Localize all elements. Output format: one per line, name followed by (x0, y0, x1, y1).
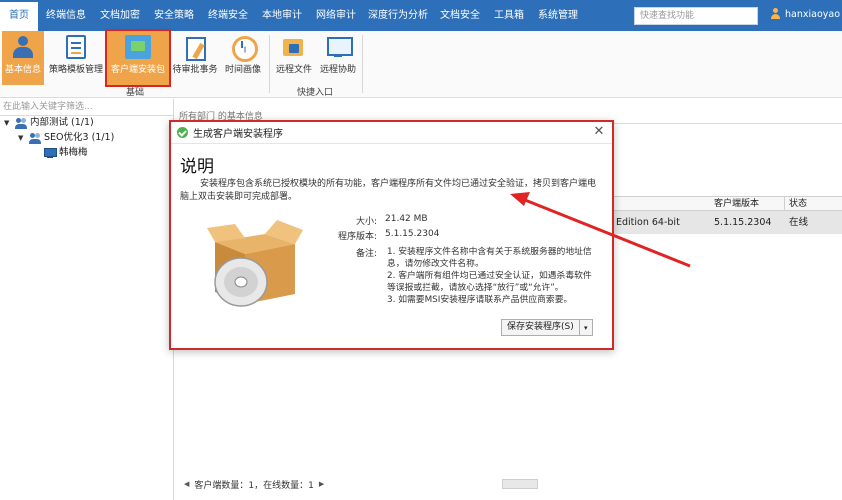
remote-assist-button[interactable]: 远程协助 (318, 31, 358, 85)
notes-list: 1. 安装程序文件名称中含有关于系统服务器的地址信息，请勿修改文件名称。 2. … (387, 246, 595, 306)
cell-status: 在线 (789, 217, 809, 228)
menu-network-audit[interactable]: 网络审计 (310, 0, 362, 31)
cell-os: Edition 64-bit (616, 217, 680, 228)
policy-template-label: 策略模板管理 (48, 65, 103, 75)
ribbon-toolbar: 基本信息 策略模板管理 客户端安装包 待审批事务 时间画像 远程文件 远程协助 … (0, 29, 842, 98)
tree-node-internal-test[interactable]: ▼ 内部测试 (1/1) (4, 116, 94, 130)
computer-icon (44, 148, 57, 158)
version-label: 程序版本: (337, 232, 377, 242)
note-item: 2. 客户端所有组件均已通过安全认证，如遇杀毒软件等误报或拦截，请放心选择“放行… (387, 271, 592, 293)
ribbon-divider (269, 35, 270, 93)
dialog-title: 生成客户端安装程序 (193, 129, 283, 140)
dropdown-arrow-icon[interactable]: ▾ (580, 324, 592, 332)
tree-filter-input[interactable]: 在此输入关键字筛选... (0, 100, 174, 116)
client-package-label: 客户端安装包 (110, 65, 165, 75)
remote-file-label: 远程文件 (275, 65, 312, 75)
menu-toolbox[interactable]: 工具箱 (488, 0, 530, 31)
time-profile-label: 时间画像 (224, 65, 261, 75)
table-row[interactable]: Edition 64-bit 5.1.15.2304 在线 (608, 211, 842, 234)
approval-icon (182, 35, 208, 61)
save-installer-label[interactable]: 保存安装程序(S) (502, 320, 580, 335)
user-icon (770, 8, 781, 20)
top-menu-bar: 首页 终端信息 文档加密 安全策略 终端安全 本地审计 网络审计 深度行为分析 … (0, 0, 842, 31)
notes-label: 备注: (355, 249, 377, 259)
menu-home[interactable]: 首页 (0, 0, 38, 31)
basic-info-label: 基本信息 (4, 65, 41, 75)
ribbon-divider (362, 35, 363, 93)
folder-icon (281, 35, 307, 59)
dialog-heading: 说明 (180, 157, 214, 177)
monitor-icon (325, 35, 353, 59)
group-label-shortcuts: 快捷入口 (296, 88, 333, 98)
client-count-text: 客户端数量：1，在线数量：1 (194, 480, 314, 491)
basic-info-button[interactable]: 基本信息 (2, 31, 44, 85)
package-icon (125, 35, 151, 59)
scroll-right-icon[interactable]: ▶ (316, 480, 327, 488)
dialog-description: 安装程序包含系统已授权模块的所有功能，客户端程序所有文件均已通过安全验证，拷贝到… (180, 179, 597, 202)
time-profile-button[interactable]: 时间画像 (222, 31, 264, 85)
tree-node-label: 韩梅梅 (59, 147, 88, 158)
shield-check-icon (177, 127, 188, 138)
pending-approval-button[interactable]: 待审批事务 (172, 31, 218, 85)
horizontal-scrollbar[interactable] (502, 479, 538, 489)
pending-approval-label: 待审批事务 (172, 65, 218, 75)
note-item: 3. 如需要MSI安装程序请联系产品供应商索要。 (387, 295, 573, 305)
quick-search-input[interactable]: 快速查找功能 (634, 7, 758, 25)
generate-installer-dialog: 生成客户端安装程序 ✕ 说明 安装程序包含系统已授权模块的所有功能，客户端程序所… (169, 120, 614, 350)
dialog-titlebar: 生成客户端安装程序 (171, 122, 612, 144)
document-icon (66, 35, 86, 59)
tree-node-label: 内部测试 (1/1) (30, 117, 94, 128)
version-value: 5.1.15.2304 (385, 229, 440, 239)
person-icon (10, 35, 36, 59)
menu-doc-security[interactable]: 文档安全 (434, 0, 486, 31)
clock-icon (230, 35, 258, 62)
tree-node-seo[interactable]: ▼ SEO优化3 (1/1) (18, 131, 114, 145)
tree-node-computer[interactable]: 韩梅梅 (44, 146, 88, 160)
user-menu[interactable]: hanxiaoyao ▼ (770, 8, 842, 20)
column-divider (784, 197, 785, 210)
software-package-icon (207, 220, 303, 307)
menu-terminal-info[interactable]: 终端信息 (40, 0, 92, 31)
client-package-button[interactable]: 客户端安装包 (105, 29, 171, 87)
close-button[interactable]: ✕ (591, 124, 607, 140)
tree-node-label: SEO优化3 (1/1) (44, 132, 115, 143)
menu-behavior-analysis[interactable]: 深度行为分析 (364, 0, 432, 31)
menu-doc-encryption[interactable]: 文档加密 (94, 0, 146, 31)
column-header-status[interactable]: 状态 (789, 197, 807, 211)
department-tree-panel: 在此输入关键字筛选... ▼ 内部测试 (1/1) ▼ SEO优化3 (1/1)… (0, 99, 174, 500)
menu-system-management[interactable]: 系统管理 (532, 0, 584, 31)
save-installer-button[interactable]: 保存安装程序(S) ▾ (501, 319, 593, 336)
expand-toggle-icon[interactable]: ▼ (4, 116, 12, 130)
expand-toggle-icon[interactable]: ▼ (18, 131, 26, 145)
group-icon (15, 117, 27, 129)
cell-version: 5.1.15.2304 (714, 217, 772, 228)
column-header-version[interactable]: 客户端版本 (714, 197, 759, 211)
group-icon (29, 132, 41, 144)
username: hanxiaoyao (785, 8, 841, 20)
scroll-left-icon[interactable]: ◀ (181, 480, 192, 488)
remote-file-button[interactable]: 远程文件 (273, 31, 315, 85)
menu-terminal-security[interactable]: 终端安全 (202, 0, 254, 31)
table-header: 客户端版本 状态 (608, 196, 842, 211)
size-label: 大小: (355, 217, 377, 227)
group-label-basic: 基础 (125, 88, 144, 98)
note-item: 1. 安装程序文件名称中含有关于系统服务器的地址信息，请勿修改文件名称。 (387, 247, 592, 269)
size-value: 21.42 MB (385, 214, 428, 224)
policy-template-button[interactable]: 策略模板管理 (48, 31, 104, 85)
menu-local-audit[interactable]: 本地审计 (256, 0, 308, 31)
status-bar: ◀ 客户端数量：1，在线数量：1 ▶ (181, 477, 327, 491)
menu-security-policy[interactable]: 安全策略 (148, 0, 200, 31)
remote-assist-label: 远程协助 (319, 65, 356, 75)
